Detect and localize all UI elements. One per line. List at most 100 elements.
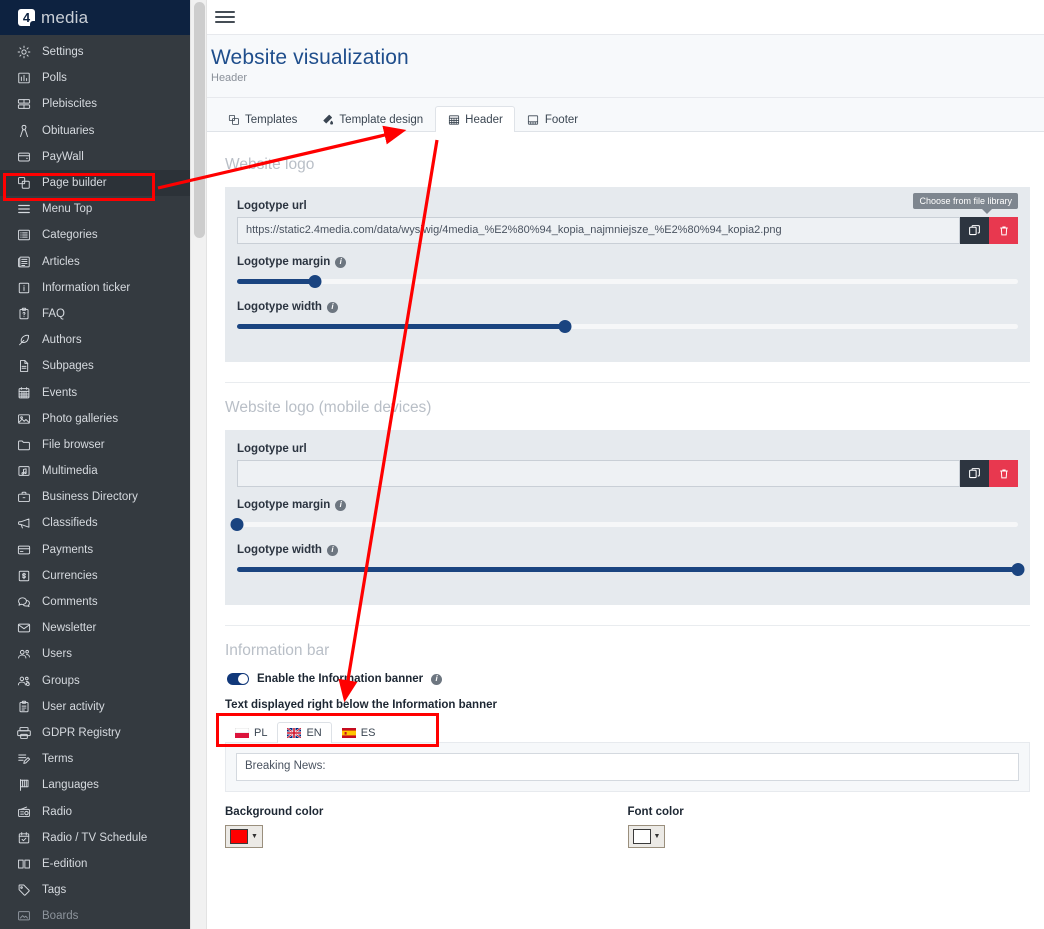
logotype-url-mobile-input[interactable] <box>237 460 960 487</box>
slider-knob[interactable] <box>1011 563 1025 576</box>
sidebar-item-user-activity[interactable]: User activity <box>0 694 190 720</box>
info-box-icon <box>16 280 31 295</box>
logotype-url-mobile-label: Logotype url <box>237 443 1018 455</box>
gear-icon <box>16 45 31 60</box>
list-box-icon <box>16 228 31 243</box>
info-icon[interactable]: i <box>335 256 347 268</box>
background-color-swatch <box>230 829 248 844</box>
flag-icon <box>16 778 31 793</box>
background-color-label: Background color <box>225 806 324 818</box>
sidebar-item-payments[interactable]: Payments <box>0 537 190 563</box>
logotype-margin-slider[interactable] <box>237 273 1018 291</box>
tab-footer[interactable]: Footer <box>515 106 590 132</box>
font-color-picker[interactable]: ▼ <box>627 825 666 848</box>
sidebar-item-currencies[interactable]: Currencies <box>0 563 190 589</box>
sidebar-item-categories[interactable]: Categories <box>0 222 190 248</box>
sidebar-item-settings[interactable]: Settings <box>0 39 190 65</box>
enable-information-banner-toggle[interactable] <box>227 673 249 685</box>
tab-header[interactable]: Header <box>435 106 515 132</box>
sidebar-item-newsletter[interactable]: Newsletter <box>0 615 190 641</box>
sidebar-item-polls[interactable]: Polls <box>0 65 190 91</box>
enable-information-banner-row[interactable]: Enable the Information banner i <box>227 673 1030 685</box>
logotype-url-input[interactable]: https://static2.4media.com/data/wysiwig/… <box>237 217 960 244</box>
envelope-icon <box>16 621 31 636</box>
sidebar-item-information-ticker[interactable]: Information ticker <box>0 275 190 301</box>
highlight-page-builder-item <box>3 173 155 201</box>
slider-fill <box>237 279 316 284</box>
info-icon[interactable]: i <box>431 673 443 685</box>
sidebar-item-obituaries[interactable]: Obituaries <box>0 118 190 144</box>
sidebar-item-radio[interactable]: Radio <box>0 798 190 824</box>
choose-from-file-library-button[interactable] <box>960 217 989 244</box>
sidebar-item-faq[interactable]: FAQ <box>0 301 190 327</box>
sidebar-item-articles[interactable]: Articles <box>0 249 190 275</box>
slider-knob[interactable] <box>308 275 322 288</box>
tab-template-design[interactable]: Template design <box>309 106 435 132</box>
sidebar-item-comments[interactable]: Comments <box>0 589 190 615</box>
logotype-margin-mobile-slider[interactable] <box>230 516 1018 534</box>
chevron-down-icon[interactable]: ▼ <box>251 833 258 840</box>
logotype-width-slider[interactable] <box>237 318 1018 336</box>
logotype-width-mobile-slider[interactable] <box>237 561 1025 579</box>
hamburger-icon[interactable] <box>215 8 235 26</box>
chevron-down-icon[interactable]: ▼ <box>654 833 661 840</box>
sidebar-item-terms[interactable]: Terms <box>0 746 190 772</box>
sidebar-item-multimedia[interactable]: Multimedia <box>0 458 190 484</box>
sidebar-item-subpages[interactable]: Subpages <box>0 353 190 379</box>
sidebar-item-groups[interactable]: Groups <box>0 668 190 694</box>
copy-icon <box>969 468 980 479</box>
sidebar-item-classifieds[interactable]: Classifieds <box>0 510 190 536</box>
sidebar-item-languages[interactable]: Languages <box>0 772 190 798</box>
brand-logo[interactable]: 4 media <box>0 0 190 35</box>
delete-logotype-url-mobile-button[interactable] <box>989 460 1018 487</box>
enable-information-banner-label: Enable the Information banner <box>257 673 424 685</box>
sidebar-scrollbar-thumb[interactable] <box>194 2 205 238</box>
sidebar-item-label: User activity <box>42 700 105 713</box>
tag-icon <box>16 883 31 898</box>
logotype-margin-label-text: Logotype margin <box>237 256 331 268</box>
section-divider <box>225 625 1030 626</box>
slider-knob[interactable] <box>558 320 572 333</box>
sidebar-item-label: Tags <box>42 884 67 897</box>
sidebar-item-radio-tv-schedule[interactable]: Radio / TV Schedule <box>0 825 190 851</box>
sidebar-item-paywall[interactable]: PayWall <box>0 144 190 170</box>
font-color-swatch <box>632 829 651 844</box>
info-icon[interactable]: i <box>326 544 338 556</box>
sidebar-item-business-directory[interactable]: Business Directory <box>0 484 190 510</box>
tab-templates[interactable]: Templates <box>215 106 309 132</box>
sidebar-item-gdpr-registry[interactable]: GDPR Registry <box>0 720 190 746</box>
sidebar-item-photo-galleries[interactable]: Photo galleries <box>0 406 190 432</box>
sidebar-item-events[interactable]: Events <box>0 379 190 405</box>
choose-from-file-library-button-mobile[interactable] <box>960 460 989 487</box>
tab-label: Footer <box>544 113 579 126</box>
info-icon[interactable]: i <box>335 499 347 511</box>
sidebar-nav: Settings Polls Plebiscites Obituaries PayWal… <box>0 35 190 929</box>
sidebar-item-plebiscites[interactable]: Plebiscites <box>0 91 190 117</box>
sidebar-item-label: Newsletter <box>42 622 97 635</box>
sidebar-item-label: Terms <box>42 753 74 766</box>
logotype-width-label-text: Logotype width <box>237 301 322 313</box>
sidebar-item-label: Information ticker <box>42 281 131 294</box>
sidebar-item-tags[interactable]: Tags <box>0 877 190 903</box>
main-area: Website visualization Header Templates Te… <box>207 0 1044 929</box>
delete-logotype-url-button[interactable] <box>989 217 1018 244</box>
wallet-icon <box>16 149 31 164</box>
sidebar-item-e-edition[interactable]: E-edition <box>0 851 190 877</box>
sidebar-item-users[interactable]: Users <box>0 641 190 667</box>
banner-text-input[interactable]: Breaking News: <box>236 753 1019 781</box>
sidebar-item-label: Users <box>42 648 73 661</box>
topbar <box>207 0 1044 35</box>
sidebar-scrollbar[interactable] <box>190 0 207 929</box>
clipboard-question-icon <box>16 306 31 321</box>
slider-knob[interactable] <box>230 518 244 531</box>
info-icon[interactable]: i <box>326 301 338 313</box>
sidebar-item-authors[interactable]: Authors <box>0 327 190 353</box>
sidebar-item-file-browser[interactable]: File browser <box>0 432 190 458</box>
footer-icon <box>527 113 540 126</box>
sidebar-item-label: Subpages <box>42 360 94 373</box>
copy-icon <box>969 225 980 236</box>
sidebar-item-label: E-edition <box>42 857 88 870</box>
sidebar-item-label: Radio / TV Schedule <box>42 831 148 844</box>
background-color-picker[interactable]: ▼ <box>225 825 263 848</box>
sidebar-item-boards[interactable]: Boards <box>0 903 190 929</box>
